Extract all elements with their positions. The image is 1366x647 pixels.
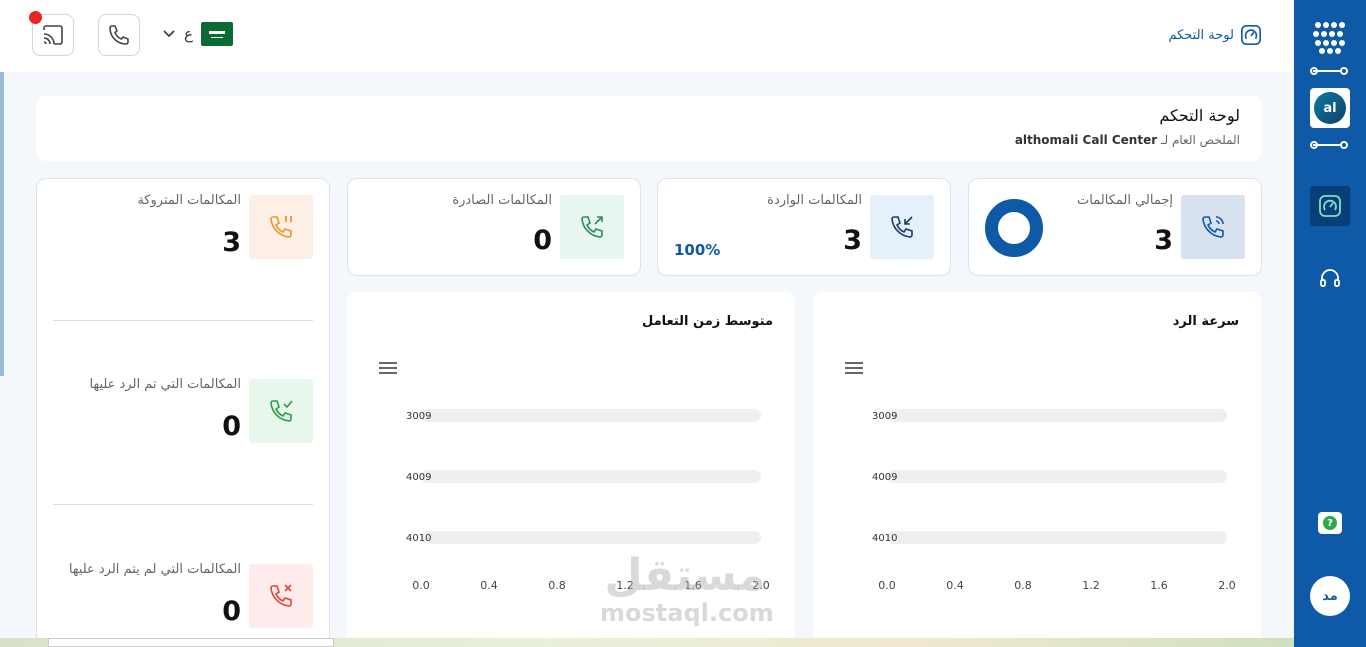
cast-button[interactable] (29, 11, 74, 56)
category-label: 4010 (872, 533, 897, 544)
stat-card-incoming: المكالمات الواردة 3 100% (657, 178, 951, 276)
x-tick-label: 0.0 (412, 579, 430, 592)
x-tick-label: 0.4 (946, 579, 964, 592)
x-tick-label: 1.2 (616, 579, 634, 592)
bar-track (887, 409, 1227, 422)
divider (53, 320, 313, 321)
answered-call-icon (249, 379, 313, 443)
page-subtitle: الملخص العام لـ althomali Call Center (58, 133, 1240, 147)
chevron-down-icon (163, 30, 175, 38)
page-header: لوحة التحكم الملخص العام لـ althomali Ca… (36, 96, 1262, 161)
stat-label: المكالمات الصادرة (452, 193, 552, 208)
user-avatar[interactable]: مد (1310, 576, 1350, 616)
notification-dot (29, 11, 42, 24)
handling-time-chart: 3009 4009 4010 0.0 0.4 0.8 1.2 1.6 2.0 (406, 409, 770, 592)
cast-icon (43, 25, 63, 45)
x-tick-label: 2.0 (752, 579, 770, 592)
side-rail: al ? مد (1294, 0, 1366, 647)
x-tick-label: 0.4 (480, 579, 498, 592)
rail-separator (1310, 141, 1348, 149)
stat-row-abandoned: المكالمات المتروكة 3 (53, 193, 313, 291)
subtitle-org: althomali Call Center (1014, 133, 1158, 147)
stat-value: 0 (222, 596, 241, 627)
help-button[interactable]: ? (1318, 512, 1342, 534)
phone-icon (109, 25, 129, 45)
total-calls-icon (1181, 195, 1245, 259)
chart-card-response-speed: سرعة الرد 3009 4009 4010 0.0 0.4 0.8 1.2 1.6 2.0 (813, 292, 1261, 647)
stat-value: 0 (222, 411, 241, 442)
call-status-panel: المكالمات المتروكة 3 المكالمات التي تم ا… (36, 178, 330, 647)
bar-track (887, 470, 1227, 483)
stat-label: المكالمات التي لم يتم الرد عليها (68, 562, 241, 577)
response-speed-chart: 3009 4009 4010 0.0 0.4 0.8 1.2 1.6 2.0 (872, 409, 1236, 592)
rail-item-dashboard[interactable] (1310, 186, 1350, 226)
stat-label: المكالمات المتروكة (137, 193, 241, 208)
x-tick-label: 0.8 (548, 579, 566, 592)
saudi-flag-icon (200, 22, 233, 46)
x-tick-label: 1.2 (1082, 579, 1100, 592)
donut-chart (985, 199, 1043, 257)
org-avatar[interactable]: al (1310, 88, 1350, 128)
rail-separator (1310, 67, 1348, 75)
x-tick-label: 0.8 (1014, 579, 1032, 592)
outgoing-call-icon (560, 195, 624, 259)
left-accent-bar (0, 72, 4, 376)
category-label: 3009 (406, 411, 431, 422)
stat-card-outgoing: المكالمات الصادرة 0 (347, 178, 641, 276)
missed-call-icon (249, 564, 313, 628)
help-icon: ? (1323, 516, 1337, 530)
stat-value: 3 (222, 227, 241, 258)
category-label: 3009 (872, 411, 897, 422)
subtitle-prefix: الملخص العام لـ (1160, 133, 1240, 147)
x-tick-label: 1.6 (1150, 579, 1168, 592)
language-selector[interactable]: ع (162, 22, 233, 46)
phone-button[interactable] (98, 14, 140, 56)
headset-icon[interactable] (1318, 266, 1342, 290)
stat-card-total: إجمالي المكالمات 3 (968, 178, 1262, 276)
x-tick-label: 0.0 (878, 579, 896, 592)
category-label: 4009 (406, 472, 431, 483)
bar-track (421, 531, 761, 544)
brand-label: لوحة التحكم (1168, 27, 1234, 43)
stat-label: المكالمات التي تم الرد عليها (89, 377, 241, 392)
incoming-call-icon (870, 195, 934, 259)
stat-value: 3 (1154, 225, 1173, 256)
category-label: 4009 (872, 472, 897, 483)
brand-link[interactable]: لوحة التحكم (1168, 24, 1262, 46)
top-bar: لوحة التحكم ع (0, 0, 1294, 72)
bar-track (421, 470, 761, 483)
stat-value: 0 (533, 225, 552, 256)
stat-label: المكالمات الواردة (767, 193, 862, 208)
language-label: ع (184, 25, 193, 43)
stat-row-answered: المكالمات التي تم الرد عليها 0 (53, 377, 313, 475)
page-title: لوحة التحكم (1159, 106, 1240, 125)
bar-track (887, 531, 1227, 544)
stat-label: إجمالي المكالمات (1077, 193, 1173, 208)
taskbar-tab[interactable] (48, 638, 334, 647)
abandoned-call-icon (249, 195, 313, 259)
chart-card-handling-time: متوسط زمن التعامل 3009 4009 4010 0.0 0.4 0.8 1… (347, 292, 795, 647)
x-tick-label: 2.0 (1218, 579, 1236, 592)
dashboard-icon (1241, 25, 1261, 45)
dashboard-icon (1319, 195, 1341, 217)
org-avatar-initials: al (1314, 92, 1346, 124)
stat-value: 3 (843, 225, 862, 256)
bar-track (421, 409, 761, 422)
incoming-percent: 100% (674, 241, 721, 259)
stat-row-unanswered: المكالمات التي لم يتم الرد عليها 0 (53, 562, 313, 647)
app-logo-icon[interactable] (1312, 20, 1348, 56)
category-label: 4010 (406, 533, 431, 544)
x-tick-label: 1.6 (684, 579, 702, 592)
divider (53, 504, 313, 505)
